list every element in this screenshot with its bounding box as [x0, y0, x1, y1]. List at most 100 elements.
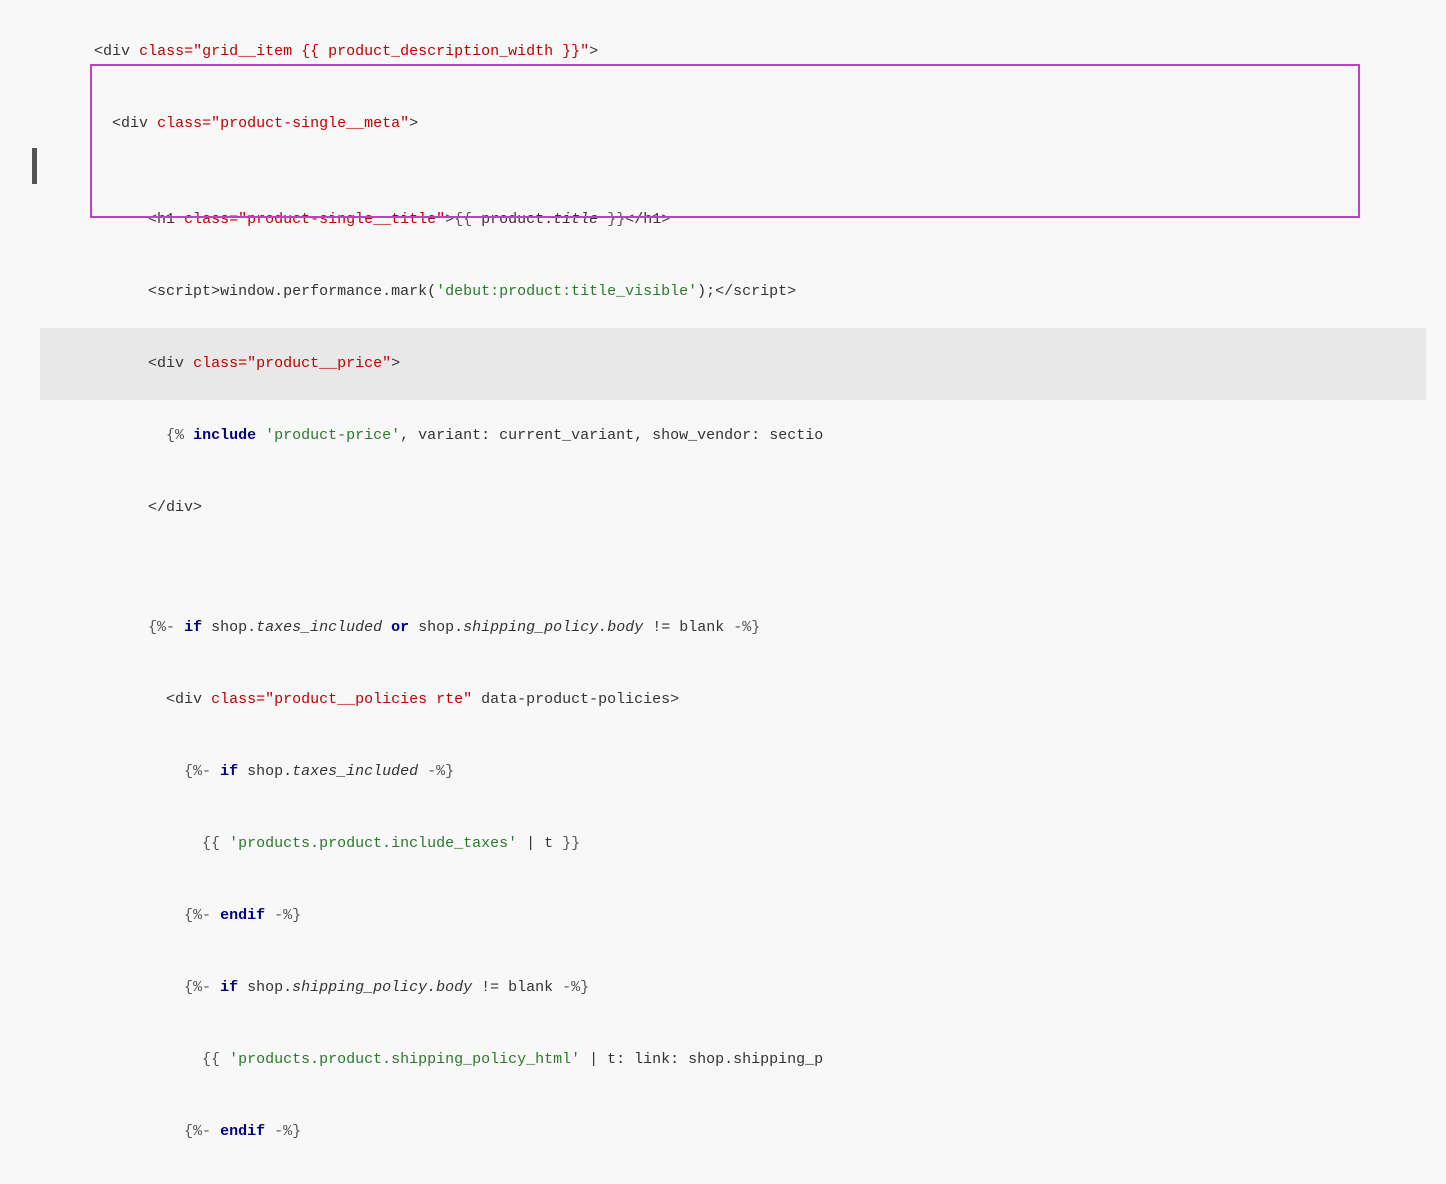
code-token: {{ [202, 835, 220, 852]
code-line: </div> [40, 472, 1426, 544]
code-token: script [157, 283, 211, 300]
line-marker [32, 148, 37, 184]
code-line: {{ 'products.product.include_taxes' | t … [40, 808, 1426, 880]
code-token: "product-single__title" [238, 211, 445, 228]
code-token: class= [139, 43, 193, 60]
code-token [94, 979, 184, 996]
code-token: if [220, 763, 238, 780]
code-token: != blank [643, 619, 733, 636]
code-token: 'product-price' [265, 427, 400, 444]
code-token: < [94, 691, 175, 708]
code-token: "product__policies rte" [265, 691, 472, 708]
code-line: <h1 class="product-single__title">{{ pro… [40, 184, 1426, 256]
code-token: {%- [148, 619, 175, 636]
code-token [94, 1123, 184, 1140]
code-token [94, 427, 166, 444]
code-line: <div class="product-single__meta"> [40, 88, 1426, 160]
code-token: taxes_included [292, 763, 418, 780]
code-token: class= [211, 691, 265, 708]
code-line: <script>window.performance.mark('debut:p… [40, 256, 1426, 328]
code-token: </h1> [625, 211, 670, 228]
code-line: {%- endif -%} [40, 880, 1426, 952]
code-token [598, 211, 607, 228]
code-line: <div class="product__policies rte" data-… [40, 664, 1426, 736]
code-line: <div class="product__price"> [40, 328, 1426, 400]
code-token: if [184, 619, 202, 636]
code-line: {%- if shop.taxes_included or shop.shipp… [40, 592, 1426, 664]
code-token [418, 763, 427, 780]
code-line [40, 544, 1426, 568]
code-token: | t [517, 835, 562, 852]
code-token: class= [184, 211, 238, 228]
code-block: <div class="grid__item {{ product_descri… [40, 16, 1426, 1184]
code-token: product. [472, 211, 553, 228]
code-token: < [94, 283, 157, 300]
code-token: title [553, 211, 598, 228]
code-token: -%} [427, 763, 454, 780]
code-token: {%- [184, 1123, 211, 1140]
code-token: sectio [769, 427, 823, 444]
code-token: > [211, 283, 220, 300]
code-token: {{ [202, 1051, 220, 1068]
code-token: 'products.product.include_taxes' [229, 835, 517, 852]
code-token: {{ [454, 211, 472, 228]
code-token [94, 907, 184, 924]
code-token: shop. [202, 619, 256, 636]
code-token: window.performance.mark( [220, 283, 436, 300]
code-token: -%} [274, 1123, 301, 1140]
code-line: </div> [40, 1168, 1426, 1184]
code-token: "grid__item {{ product_description_width… [193, 43, 589, 60]
code-token: data-product-policies> [472, 691, 679, 708]
code-token: -%} [733, 619, 760, 636]
code-token: div [157, 355, 184, 372]
code-token [256, 427, 265, 444]
code-token: 'products.product.shipping_policy_html' [229, 1051, 580, 1068]
code-token: endif [220, 907, 265, 924]
code-token: != blank [472, 979, 562, 996]
code-token: -%} [274, 907, 301, 924]
code-token: , variant: current_variant, show_vendor: [400, 427, 769, 444]
code-line [40, 160, 1426, 184]
code-token: "product__price" [247, 355, 391, 372]
code-token: class= [157, 115, 211, 132]
code-token: > [589, 43, 598, 60]
code-token: div [103, 43, 130, 60]
code-token: div [175, 691, 202, 708]
code-token [265, 1123, 274, 1140]
code-token: );</script> [697, 283, 796, 300]
code-token: shop. [238, 979, 292, 996]
code-token: include [193, 427, 256, 444]
code-editor: <div class="grid__item {{ product_descri… [0, 0, 1446, 1184]
code-token [382, 619, 391, 636]
code-token: {%- [184, 907, 211, 924]
code-token: shop. [238, 763, 292, 780]
code-line: {%- if shop.shipping_policy.body != blan… [40, 952, 1426, 1024]
code-token [94, 763, 184, 780]
code-token: < [94, 115, 121, 132]
code-token: 'debut:product:title_visible' [436, 283, 697, 300]
code-token: | t: link: shop.shipping_p [580, 1051, 823, 1068]
code-token: > [445, 211, 454, 228]
code-token: -%} [562, 979, 589, 996]
code-token: > [409, 115, 418, 132]
code-token: {%- [184, 763, 211, 780]
code-token [94, 835, 202, 852]
code-token: < [94, 355, 157, 372]
code-token: {% [166, 427, 184, 444]
code-token [94, 1051, 202, 1068]
code-token: > [391, 355, 400, 372]
code-token: h1 [157, 211, 175, 228]
code-token [265, 907, 274, 924]
code-line: {%- if shop.taxes_included -%} [40, 736, 1426, 808]
code-token: {%- [184, 979, 211, 996]
code-token: < [94, 211, 157, 228]
code-token: }} [607, 211, 625, 228]
code-token [94, 619, 148, 636]
code-line: {{ 'products.product.shipping_policy_htm… [40, 1024, 1426, 1096]
code-line: {%- endif -%} [40, 1096, 1426, 1168]
code-token: "product-single__meta" [211, 115, 409, 132]
code-token: shipping_policy.body [463, 619, 643, 636]
code-token: class= [193, 355, 247, 372]
code-token: shipping_policy.body [292, 979, 472, 996]
code-token: }} [562, 835, 580, 852]
